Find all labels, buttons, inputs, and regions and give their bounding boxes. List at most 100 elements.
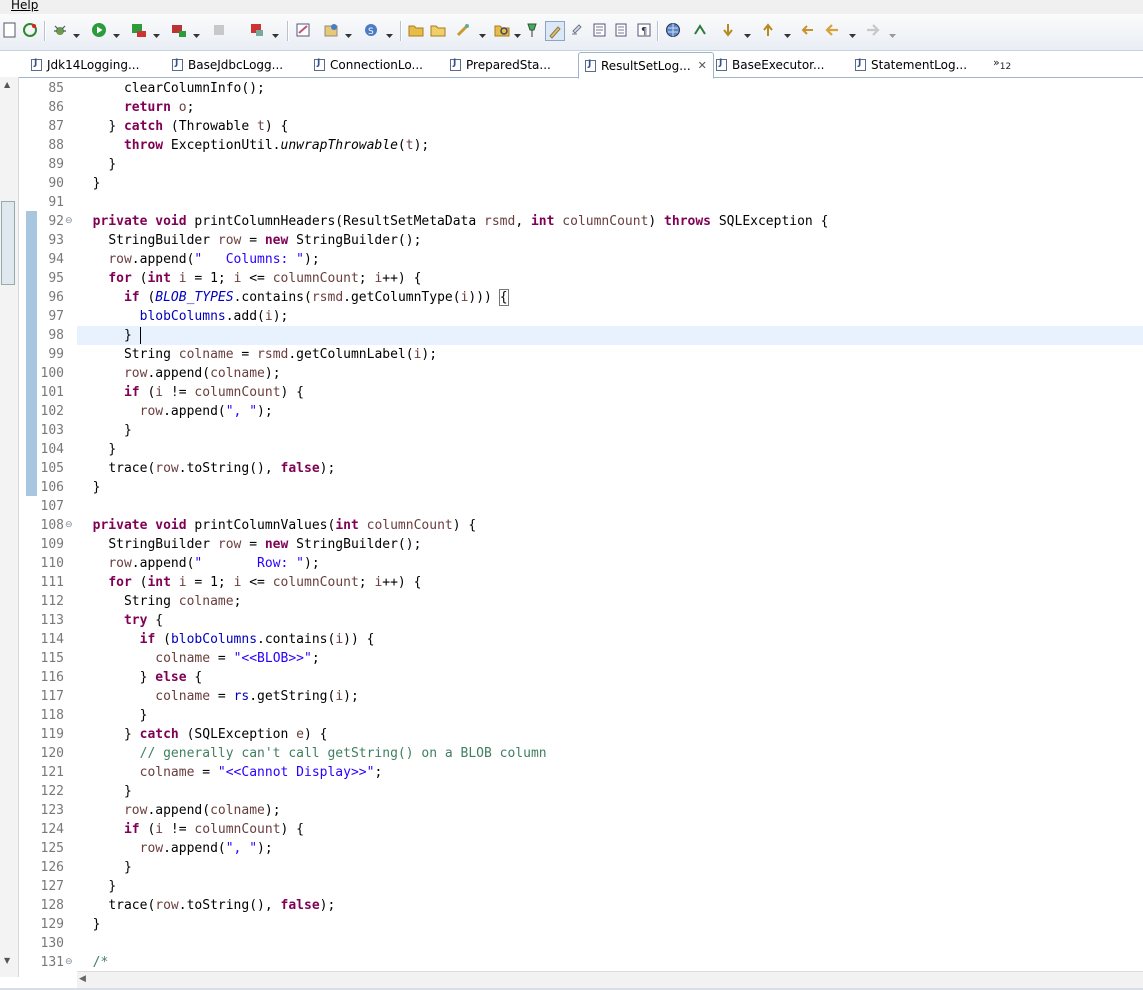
code-line-114: if (blobColumns.contains(i)) { <box>139 632 375 647</box>
minimized-view-handle[interactable] <box>1 201 15 285</box>
external-dropdown-icon[interactable] <box>153 28 160 38</box>
tab-statementlogger[interactable]: StatementLog... <box>855 53 967 76</box>
scroll-up-arrow-icon[interactable]: ▲ <box>4 80 10 89</box>
next-annotation-dropdown-icon[interactable] <box>744 28 751 38</box>
back-dropdown-icon[interactable] <box>849 28 856 38</box>
open-folder-icon[interactable] <box>430 22 446 38</box>
folder-icon[interactable] <box>408 22 424 38</box>
fold-toggle-icon[interactable]: ⊖ <box>65 953 73 972</box>
coverage-dropdown-icon[interactable] <box>193 28 200 38</box>
tab-basejdbclogger[interactable]: BaseJdbcLogg... <box>172 53 283 76</box>
run-external-icon[interactable] <box>131 22 147 38</box>
edit-icon[interactable] <box>570 22 586 38</box>
code-line-86: return o; <box>123 100 195 115</box>
debug-dropdown-icon[interactable] <box>73 28 80 38</box>
menu-help-label: Help <box>11 0 39 12</box>
code-line-115: colname = "<<BLOB>>"; <box>155 651 320 666</box>
new-class-icon[interactable] <box>323 22 339 38</box>
line-number: 122 <box>40 784 64 799</box>
refresh-icon[interactable] <box>22 22 38 38</box>
new-class-dropdown-icon[interactable] <box>345 28 352 38</box>
horizontal-scrollbar[interactable]: ◀ <box>77 971 1143 989</box>
code-line-112: String colname; <box>123 594 242 609</box>
back-icon[interactable] <box>824 22 840 38</box>
code-line-105: trace(row.toString(), false); <box>108 461 336 476</box>
next-annotation-icon[interactable] <box>720 22 736 38</box>
close-icon[interactable]: ✕ <box>698 59 707 72</box>
tab-resultsetlogger[interactable]: ResultSetLog... ✕ <box>578 52 714 79</box>
prev-annotation-dropdown-icon[interactable] <box>784 28 791 38</box>
tab-preparedstatementlogger[interactable]: PreparedSta... <box>450 53 551 76</box>
line-number: 116 <box>40 670 64 685</box>
run-icon[interactable] <box>91 22 107 38</box>
code-line-121: colname = "<<Cannot Display>>"; <box>139 765 383 780</box>
new-icon[interactable] <box>2 22 18 38</box>
tab-connectionlogger[interactable]: ConnectionLo... <box>314 53 423 76</box>
line-number: 114 <box>40 632 64 647</box>
line-number: 87 <box>48 119 64 134</box>
editor-tab-bar: Jdk14Logging... BaseJdbcLogg... Connecti… <box>0 51 1143 79</box>
line-number: 127 <box>40 879 64 894</box>
svg-text:¶: ¶ <box>641 26 647 37</box>
stop-icon[interactable] <box>211 22 227 38</box>
code-line-102: row.append(", "); <box>139 404 273 419</box>
paragraph-icon[interactable]: ¶ <box>636 22 652 38</box>
line-number: 129 <box>40 917 64 932</box>
fold-toggle-icon[interactable]: ⊖ <box>65 212 73 231</box>
tab-label: PreparedSta... <box>466 57 551 72</box>
line-number: 108 <box>40 518 64 533</box>
debug-icon[interactable] <box>52 22 68 38</box>
open-type-icon[interactable]: S <box>363 22 379 38</box>
java-file-icon <box>31 58 42 71</box>
doc-icon[interactable] <box>592 22 608 38</box>
task-icon[interactable] <box>455 22 471 38</box>
scroll-down-arrow-icon[interactable]: ▼ <box>4 956 10 965</box>
tabs-overflow-button[interactable]: »12 <box>993 56 1011 72</box>
forward-icon[interactable] <box>865 22 881 38</box>
java-file-icon <box>855 58 866 71</box>
coverage-icon[interactable] <box>171 22 187 38</box>
main-toolbar: S ¶ <box>0 14 1143 51</box>
line-number: 103 <box>40 423 64 438</box>
menu-help[interactable]: Help <box>11 0 38 12</box>
line-number: 96 <box>48 290 64 305</box>
task-dropdown-icon[interactable] <box>479 28 486 38</box>
forward-dropdown-icon[interactable] <box>889 28 896 38</box>
line-number: 109 <box>40 537 64 552</box>
code-line-118: } <box>139 708 148 723</box>
run-dropdown-icon[interactable] <box>113 28 120 38</box>
line-number: 107 <box>40 499 64 514</box>
terminate-dropdown-icon[interactable] <box>272 28 279 38</box>
code-line-116: } else { <box>139 670 203 685</box>
code-line-111: for (int i = 1; i <= columnCount; i++) { <box>108 575 422 590</box>
pin-icon[interactable] <box>524 22 540 38</box>
code-line-85: clearColumnInfo(); <box>123 81 265 96</box>
code-line-100: row.append(colname); <box>123 366 281 381</box>
link-icon[interactable] <box>692 22 708 38</box>
build-icon[interactable] <box>295 22 311 38</box>
prev-annotation-icon[interactable] <box>760 22 776 38</box>
tab-label: ConnectionLo... <box>330 57 423 72</box>
scroll-left-arrow-icon[interactable]: ◀ <box>79 974 86 984</box>
last-edit-icon[interactable] <box>800 22 816 38</box>
highlight-icon[interactable] <box>545 21 565 41</box>
page-icon[interactable] <box>613 22 629 38</box>
tab-label: BaseExecutor... <box>732 57 825 72</box>
code-line-95: for (int i = 1; i <= columnCount; i++) { <box>108 271 422 286</box>
search-icon[interactable] <box>494 22 510 38</box>
terminate-icon[interactable] <box>249 22 265 38</box>
search-dropdown-icon[interactable] <box>514 28 521 38</box>
tab-baseexecutor[interactable]: BaseExecutor... <box>716 53 824 76</box>
code-line-125: row.append(", "); <box>139 841 273 856</box>
code-line-128: trace(row.toString(), false); <box>108 898 336 913</box>
line-number: 118 <box>40 708 64 723</box>
tab-jdk14logging[interactable]: Jdk14Logging... <box>31 53 139 76</box>
code-line-103: } <box>123 423 132 438</box>
fold-toggle-icon[interactable]: ⊖ <box>65 516 73 535</box>
open-type-dropdown-icon[interactable] <box>386 28 393 38</box>
line-number: 91 <box>48 195 64 210</box>
globe-icon[interactable] <box>665 22 681 38</box>
code-line-127: } <box>108 879 117 894</box>
line-number: 95 <box>48 271 64 286</box>
java-file-icon <box>716 58 727 71</box>
